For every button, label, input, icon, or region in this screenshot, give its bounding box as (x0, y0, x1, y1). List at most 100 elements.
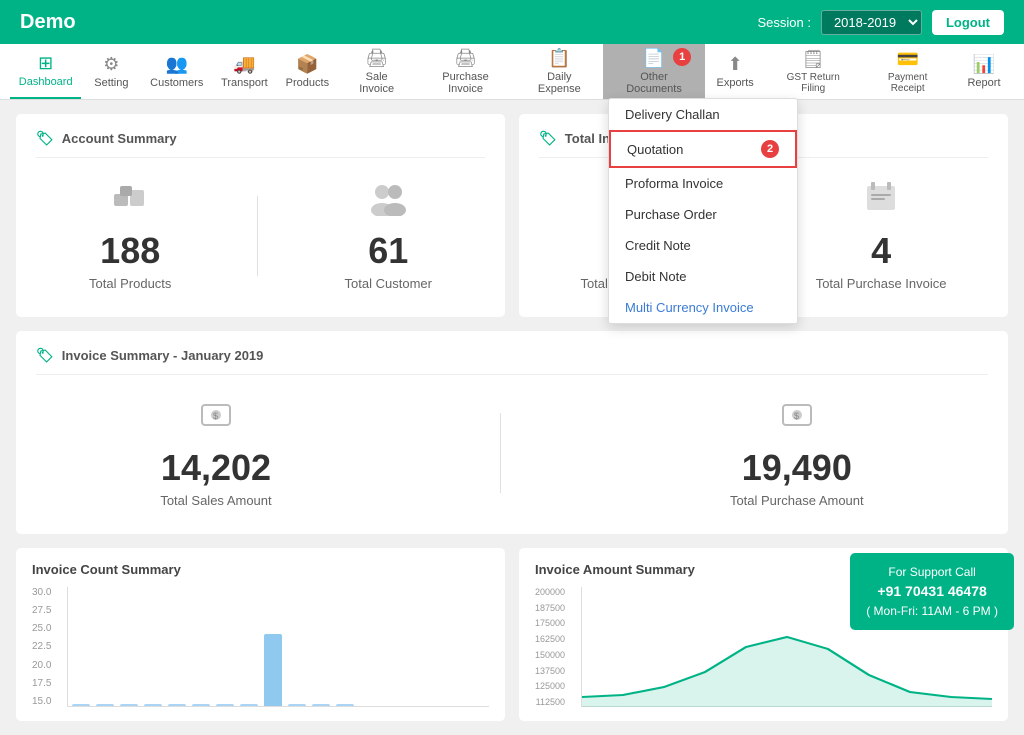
nav-label-report: Report (967, 77, 1000, 89)
invoice-count-title: Invoice Count Summary (32, 562, 489, 577)
gst-return-icon: 🗒 (802, 49, 825, 70)
dropdown-item-delivery-challan[interactable]: Delivery Challan (609, 99, 797, 130)
logout-button[interactable]: Logout (932, 10, 1004, 35)
nav-label-customers: Customers (150, 77, 203, 89)
top-cards-row: 🏷 Account Summary 188 Total Products (16, 114, 1008, 317)
quotation-badge: 2 (761, 140, 779, 158)
nav-item-customers[interactable]: 👥 Customers (141, 44, 212, 99)
nav-item-gst-return[interactable]: 🗒 GST Return Filing (765, 44, 861, 99)
total-purchase-amount-number: 19,490 (742, 447, 852, 489)
total-sales-amount-label: Total Sales Amount (160, 493, 271, 508)
payment-receipt-icon: 💳 (896, 49, 918, 70)
nav-item-purchase-invoice[interactable]: 🖨 Purchase Invoice (415, 44, 516, 99)
invoice-summary-inner: $ 14,202 Total Sales Amount $ 19,490 Tot… (36, 387, 988, 518)
nav-item-sale-invoice[interactable]: 🖨 Sale Invoice (338, 44, 415, 99)
transport-icon: 🚚 (233, 54, 255, 75)
exports-icon: ⬆ (728, 54, 743, 75)
y-axis-count: 30.0 27.5 25.0 22.5 20.0 17.5 15.0 (32, 587, 55, 707)
bar-2 (96, 704, 114, 706)
session-select[interactable]: 2018-2019 (821, 10, 922, 35)
nav-item-products[interactable]: 📦 Products (277, 44, 338, 99)
total-customer-number: 61 (368, 230, 408, 272)
support-hours: ( Mon-Fri: 11AM - 6 PM ) (866, 602, 998, 620)
sale-invoice-icon: 🖨 (365, 48, 388, 69)
bar-9 (264, 634, 282, 706)
bookmark-icon-3: 🏷 (36, 347, 54, 364)
account-summary-card: 🏷 Account Summary 188 Total Products (16, 114, 505, 317)
nav-item-exports[interactable]: ⬆ Exports (705, 44, 765, 99)
invoice-summary-title: Invoice Summary - January 2019 (62, 348, 264, 363)
total-purchase-amount-label: Total Purchase Amount (730, 493, 864, 508)
money-icon-1: $ (198, 397, 234, 441)
invoice-count-chart-area: 30.0 27.5 25.0 22.5 20.0 17.5 15.0 (32, 587, 489, 707)
nav-label-purchase-invoice: Purchase Invoice (425, 71, 506, 95)
total-products-stat: 188 Total Products (69, 170, 191, 301)
bookmark-icon: 🏷 (36, 130, 54, 147)
dropdown-item-credit-note[interactable]: Credit Note (609, 230, 797, 261)
account-summary-inner: 188 Total Products 61 Total Custome (36, 170, 485, 301)
total-customer-stat: 61 Total Customer (325, 170, 452, 301)
bar-6 (192, 704, 210, 706)
nav-item-report[interactable]: 📊 Report (954, 44, 1014, 99)
bar-1 (72, 704, 90, 706)
dropdown-item-proforma-invoice[interactable]: Proforma Invoice (609, 168, 797, 199)
dashboard-icon: ⊞ (38, 53, 53, 74)
dropdown-item-purchase-order[interactable]: Purchase Order (609, 199, 797, 230)
bookmark-icon-2: 🏷 (539, 130, 557, 147)
other-documents-icon: 📄 (643, 48, 665, 69)
daily-expense-icon: 📋 (548, 48, 570, 69)
purchase-invoice-icon-stat (863, 180, 899, 224)
navbar: ⊞ Dashboard ⚙ Setting 👥 Customers 🚚 Tran… (0, 44, 1024, 100)
account-summary-title: Account Summary (62, 131, 177, 146)
header-right: Session : 2018-2019 Logout (757, 10, 1004, 35)
total-products-label: Total Products (89, 276, 171, 291)
invoice-summary-header: 🏷 Invoice Summary - January 2019 (36, 347, 988, 375)
session-label: Session : (757, 15, 810, 30)
nav-label-other-documents: Other Documents (613, 71, 695, 95)
stat-divider-1 (257, 196, 258, 276)
money-icon-2: $ (779, 397, 815, 441)
svg-text:$: $ (794, 411, 799, 421)
bar-10 (288, 704, 306, 706)
y-axis-amount: 200000 187500 175000 162500 150000 13750… (535, 587, 569, 707)
nav-item-other-documents[interactable]: 1 📄 Other Documents (603, 44, 705, 99)
nav-item-setting[interactable]: ⚙ Setting (81, 44, 141, 99)
boxes-icon (110, 180, 150, 224)
nav-label-payment-receipt: Payment Receipt (871, 72, 944, 94)
support-call-label: For Support Call (866, 563, 998, 581)
bar-5 (168, 704, 186, 706)
invoice-summary-card: 🏷 Invoice Summary - January 2019 $ 14,20… (16, 331, 1008, 534)
other-docs-badge: 1 (673, 48, 691, 66)
nav-item-payment-receipt[interactable]: 💳 Payment Receipt (861, 44, 954, 99)
other-documents-dropdown: Delivery Challan Quotation 2 Proforma In… (608, 98, 798, 324)
bar-chart (67, 587, 489, 707)
support-call-widget: For Support Call +91 70431 46478 ( Mon-F… (850, 553, 1014, 630)
products-icon: 📦 (296, 54, 318, 75)
dropdown-item-multi-currency[interactable]: Multi Currency Invoice (609, 292, 797, 323)
nav-item-dashboard[interactable]: ⊞ Dashboard (10, 44, 81, 99)
bar-3 (120, 704, 138, 706)
nav-label-gst-return: GST Return Filing (775, 72, 851, 94)
account-summary-header: 🏷 Account Summary (36, 130, 485, 158)
invoice-count-chart: Invoice Count Summary 30.0 27.5 25.0 22.… (16, 548, 505, 721)
dropdown-item-debit-note[interactable]: Debit Note (609, 261, 797, 292)
bar-7 (216, 704, 234, 706)
total-purchase-invoice-number: 4 (871, 230, 891, 272)
nav-item-transport[interactable]: 🚚 Transport (212, 44, 277, 99)
nav-label-exports: Exports (716, 77, 753, 89)
setting-icon: ⚙ (103, 54, 119, 75)
stat-divider-3 (500, 413, 501, 493)
nav-label-transport: Transport (221, 77, 268, 89)
customers-group-icon (368, 180, 408, 224)
customers-icon: 👥 (166, 54, 188, 75)
nav-item-daily-expense[interactable]: 📋 Daily Expense (516, 44, 603, 99)
nav-label-sale-invoice: Sale Invoice (348, 71, 405, 95)
bar-4 (144, 704, 162, 706)
nav-label-daily-expense: Daily Expense (526, 71, 593, 95)
dropdown-item-quotation[interactable]: Quotation 2 (609, 130, 797, 168)
support-phone: +91 70431 46478 (866, 581, 998, 602)
app-title: Demo (20, 11, 76, 34)
bar-11 (312, 704, 330, 706)
total-purchase-invoice-stat: 4 Total Purchase Invoice (796, 170, 967, 301)
total-sales-amount-stat: $ 14,202 Total Sales Amount (140, 387, 291, 518)
